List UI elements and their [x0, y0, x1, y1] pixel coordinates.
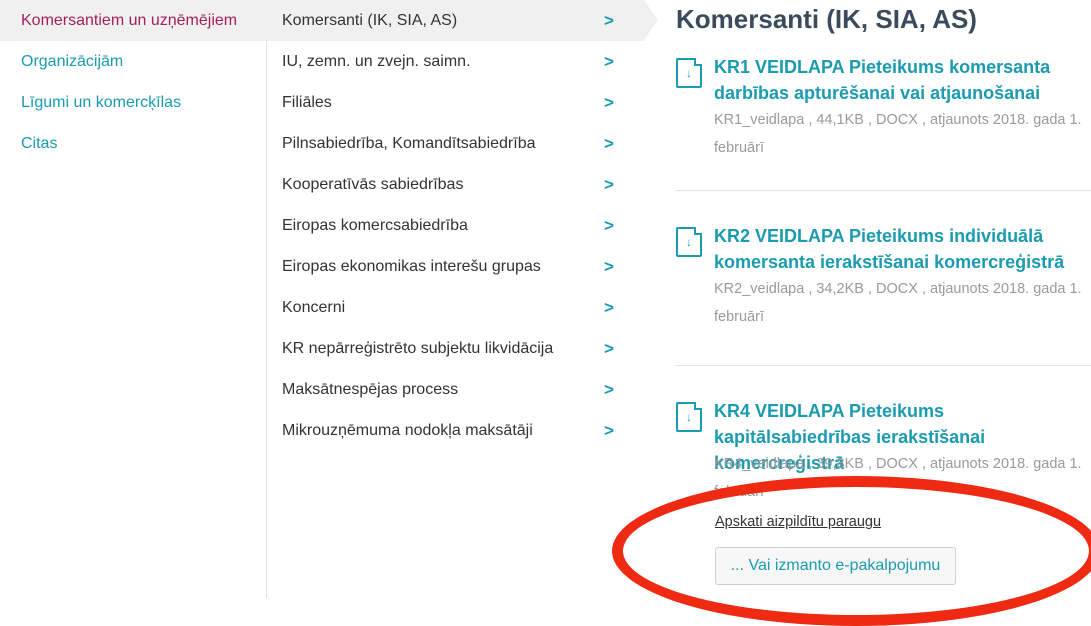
submenu-label: Maksātnespējas process — [282, 381, 459, 398]
chevron-right-icon: > — [604, 93, 614, 112]
submenu-label: Pilnsabiedrība, Komandītsabiedrība — [282, 135, 536, 152]
chevron-right-icon: > — [604, 11, 614, 30]
chevron-right-icon: > — [604, 298, 614, 317]
divider — [676, 190, 1091, 191]
document-link[interactable]: KR2 VEIDLAPA Pieteikums individuālā kome… — [714, 223, 1091, 275]
download-arrow: ↓ — [686, 66, 692, 80]
chevron-right-icon: > — [604, 134, 614, 153]
submenu-label: Eiropas ekonomikas interešu grupas — [282, 258, 541, 275]
eservice-button[interactable]: ... Vai izmanto e-pakalpojumu — [715, 547, 956, 585]
chevron-right-icon: > — [604, 175, 614, 194]
submenu-item-iu[interactable]: IU, zemn. un zvejn. saimn. > — [266, 41, 644, 82]
document-panel: Komersanti (IK, SIA, AS) ↓ KR1 VEIDLAPA … — [676, 0, 1091, 598]
submenu-label: Mikrouzņēmuma nodokļa maksātāji — [282, 422, 533, 439]
submenu-item-koncerni[interactable]: Koncerni > — [266, 287, 644, 328]
submenu-label: Komersanti (IK, SIA, AS) — [282, 12, 458, 29]
page-title: Komersanti (IK, SIA, AS) — [676, 4, 977, 34]
download-icon[interactable]: ↓ — [676, 58, 702, 88]
submenu-item-eiropas-grupas[interactable]: Eiropas ekonomikas interešu grupas > — [266, 246, 644, 287]
chevron-right-icon: > — [604, 52, 614, 71]
chevron-right-icon: > — [604, 339, 614, 358]
download-icon[interactable]: ↓ — [676, 402, 702, 432]
menu-item-organizacijam[interactable]: Organizācijām — [0, 41, 266, 82]
submenu-item-maksatnespeja[interactable]: Maksātnespējas process > — [266, 369, 644, 410]
submenu-item-mikrouznemuma[interactable]: Mikrouzņēmuma nodokļa maksātāji > — [266, 410, 644, 451]
download-icon[interactable]: ↓ — [676, 227, 702, 257]
submenu-item-filiales[interactable]: Filiāles > — [266, 82, 644, 123]
divider — [676, 365, 1091, 366]
submenu-item-likvidacija[interactable]: KR nepārreģistrēto subjektu likvidācija > — [266, 328, 644, 369]
menu-item-citas[interactable]: Citas — [0, 123, 266, 164]
document-meta: KR4_veidlapa , 39,8KB , DOCX , atjaunots… — [714, 456, 1082, 500]
category-menu: Komersantiem un uzņēmējiem Organizācijām… — [0, 0, 280, 598]
document-meta: KR2_veidlapa , 34,2KB , DOCX , atjaunots… — [714, 281, 1082, 325]
submenu-label: KR nepārreģistrēto subjektu likvidācija — [282, 340, 554, 357]
menu-item-komersantiem[interactable]: Komersantiem un uzņēmējiem — [0, 0, 280, 41]
chevron-right-icon: > — [604, 380, 614, 399]
submenu-item-kooperativas[interactable]: Kooperatīvās sabiedrības > — [266, 164, 644, 205]
download-arrow: ↓ — [686, 410, 692, 424]
submenu-item-komersanti[interactable]: Komersanti (IK, SIA, AS) > — [266, 0, 658, 41]
submenu-item-eiropas-komercsabiedriba[interactable]: Eiropas komercsabiedrība > — [266, 205, 644, 246]
chevron-right-icon: > — [604, 216, 614, 235]
submenu-label: Kooperatīvās sabiedrības — [282, 176, 464, 193]
document-meta: KR1_veidlapa , 44,1KB , DOCX , atjaunots… — [714, 112, 1082, 156]
example-link[interactable]: Apskati aizpildītu paraugu — [715, 514, 881, 530]
submenu-label: Koncerni — [282, 299, 346, 316]
chevron-right-icon: > — [604, 421, 614, 440]
submenu-label: IU, zemn. un zvejn. saimn. — [282, 53, 471, 70]
submenu-label: Eiropas komercsabiedrība — [282, 217, 468, 234]
chevron-right-icon: > — [604, 257, 614, 276]
submenu-label: Filiāles — [282, 94, 332, 111]
download-arrow: ↓ — [686, 235, 692, 249]
subcategory-menu: Komersanti (IK, SIA, AS) > IU, zemn. un z… — [266, 0, 658, 598]
document-link[interactable]: KR1 VEIDLAPA Pieteikums komersanta darbī… — [714, 54, 1091, 106]
menu-item-ligumi[interactable]: Līgumi un komercķīlas — [0, 82, 266, 123]
submenu-item-pilnsabiedriba[interactable]: Pilnsabiedrība, Komandītsabiedrība > — [266, 123, 644, 164]
